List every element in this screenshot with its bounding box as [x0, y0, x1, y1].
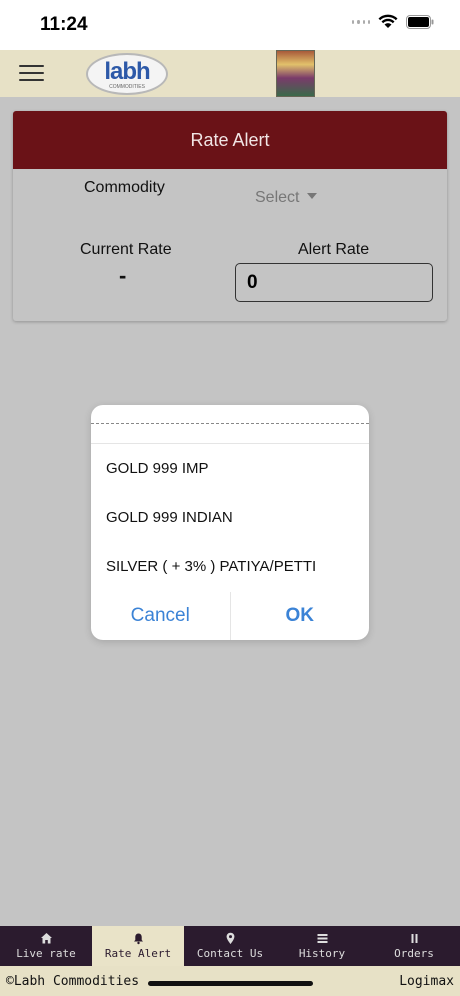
deity-image	[276, 50, 315, 97]
commodity-picker-dialog: GOLD 999 IMP GOLD 999 INDIAN SILVER ( + …	[91, 405, 369, 640]
option-gold-999-indian[interactable]: GOLD 999 INDIAN	[91, 493, 369, 542]
nav-label: Rate Alert	[104, 947, 172, 960]
nav-item-live-rate[interactable]: Live rate	[0, 926, 92, 966]
option-gold-999-imp[interactable]: GOLD 999 IMP	[91, 444, 369, 493]
nav-label: Orders	[394, 947, 434, 960]
nav-label: Contact Us	[196, 947, 264, 960]
nav-label: Live rate	[16, 947, 76, 960]
cancel-button[interactable]: Cancel	[91, 592, 231, 640]
wifi-icon	[378, 14, 398, 28]
alert-rate-label: Alert Rate	[298, 241, 370, 258]
current-rate-value: -	[119, 263, 127, 288]
nav-item-contact-us[interactable]: Contact Us	[184, 926, 276, 966]
rate-alert-card: Rate Alert Commodity Select Current Rate…	[13, 111, 447, 321]
status-bar: 11:24	[0, 0, 460, 50]
caret-down-icon	[307, 193, 318, 199]
bell-icon	[132, 932, 145, 945]
status-time: 11:24	[40, 14, 88, 35]
nav-label: History	[298, 947, 346, 960]
list-icon	[316, 932, 329, 945]
footer: ©Labh Commodities Logimax	[0, 966, 460, 996]
home-icon	[40, 932, 53, 945]
home-indicator[interactable]	[148, 981, 313, 986]
location-pin-icon	[224, 932, 237, 945]
app-header: labh COMMODITIES	[0, 50, 460, 97]
labh-logo: labh COMMODITIES	[86, 53, 168, 95]
current-rate-label: Current Rate	[80, 241, 172, 258]
alert-rate-input[interactable]	[235, 263, 433, 302]
select-placeholder: Select	[255, 189, 300, 206]
commodity-select[interactable]: Select	[255, 189, 318, 207]
signal-dots-icon	[352, 18, 370, 26]
status-icons	[352, 14, 434, 29]
ok-button[interactable]: OK	[231, 592, 370, 640]
dialog-header	[91, 405, 369, 444]
battery-icon	[406, 14, 434, 29]
pause-icon	[408, 932, 421, 945]
dialog-divider	[91, 423, 369, 424]
bottom-nav: Live rate Rate Alert Contact Us History …	[0, 926, 460, 966]
nav-item-orders[interactable]: Orders	[368, 926, 460, 966]
nav-item-rate-alert[interactable]: Rate Alert	[92, 926, 184, 966]
hamburger-menu-icon[interactable]	[19, 65, 44, 82]
dialog-actions: Cancel OK	[91, 592, 369, 640]
option-silver-patiya-petti[interactable]: SILVER ( + 3% ) PATIYA/PETTI	[91, 542, 369, 591]
logo-text: labh	[104, 58, 150, 85]
logo-subtext: COMMODITIES	[109, 84, 145, 90]
nav-item-history[interactable]: History	[276, 926, 368, 966]
card-title: Rate Alert	[13, 111, 447, 169]
footer-vendor: Logimax	[399, 974, 454, 989]
footer-copyright: ©Labh Commodities	[6, 974, 140, 989]
commodity-label: Commodity	[84, 179, 165, 196]
